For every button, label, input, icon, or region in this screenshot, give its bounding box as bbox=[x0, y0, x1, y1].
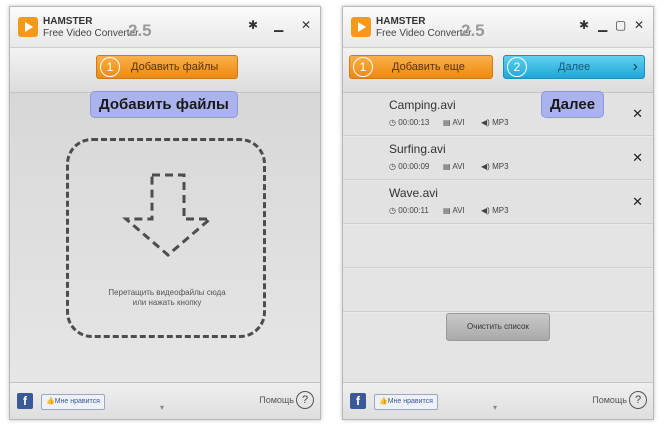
video-format-value: AVI bbox=[452, 162, 465, 171]
clock-icon: ◷ bbox=[389, 118, 396, 127]
thumbs-up-icon: 👍 bbox=[379, 398, 388, 405]
file-name: Surfing.avi bbox=[389, 142, 446, 156]
title-bar[interactable]: HAMSTER Free Video Converter 2.5 ✱ ▁ ▢ ✕ bbox=[343, 7, 653, 48]
video-format: ▤ AVI bbox=[443, 206, 465, 215]
title-bar[interactable]: HAMSTER Free Video Converter 2.5 ✱ ▁ ✕ bbox=[10, 7, 320, 48]
film-icon: ▤ bbox=[443, 206, 451, 215]
video-format: ▤ AVI bbox=[443, 118, 465, 127]
help-link[interactable]: Помощь bbox=[259, 395, 294, 405]
next-callout: Далее bbox=[541, 91, 605, 118]
app-version: 2.5 bbox=[128, 21, 152, 40]
file-name: Wave.avi bbox=[389, 186, 438, 200]
film-icon: ▤ bbox=[443, 118, 451, 127]
step-number: 1 bbox=[353, 57, 373, 77]
file-row[interactable]: Camping.avi ◷ 00:00:13 ▤ AVI ◀) MP3 ✕ bbox=[343, 93, 653, 136]
video-format: ▤ AVI bbox=[443, 162, 465, 171]
drop-hint: Перетащить видеофайлы сюда или нажать кн… bbox=[100, 288, 234, 308]
drop-hint-line2: или нажать кнопку bbox=[132, 298, 202, 307]
gear-icon[interactable]: ✱ bbox=[579, 18, 589, 32]
audio-format: ◀) MP3 bbox=[481, 162, 509, 171]
file-row[interactable]: Surfing.avi ◷ 00:00:09 ▤ AVI ◀) MP3 ✕ bbox=[343, 137, 653, 180]
app-logo-icon bbox=[18, 17, 38, 37]
app-logo-icon bbox=[351, 17, 371, 37]
add-files-button[interactable]: 1 Добавить файлы bbox=[96, 55, 238, 79]
remove-icon[interactable]: ✕ bbox=[632, 150, 643, 166]
download-arrow-icon bbox=[122, 173, 214, 257]
gear-icon[interactable]: ✱ bbox=[248, 18, 258, 32]
converter-window-add: HAMSTER Free Video Converter 2.5 ✱ ▁ ✕ 1… bbox=[9, 6, 321, 420]
footer: f 👍Мне нравится ▾ Помощь ? bbox=[10, 382, 320, 419]
clear-list-button[interactable]: Очистить список bbox=[446, 313, 550, 341]
step-number: 2 bbox=[507, 57, 527, 77]
facebook-icon[interactable]: f bbox=[350, 393, 366, 409]
app-subtitle: Free Video Converter bbox=[43, 28, 139, 39]
file-row[interactable]: Wave.avi ◷ 00:00:11 ▤ AVI ◀) MP3 ✕ bbox=[343, 181, 653, 224]
like-label: Мне нравится bbox=[54, 398, 100, 405]
clock-icon: ◷ bbox=[389, 206, 396, 215]
close-icon[interactable]: ✕ bbox=[301, 18, 311, 32]
remove-icon[interactable]: ✕ bbox=[632, 106, 643, 122]
add-more-button[interactable]: 1 Добавить еще bbox=[349, 55, 493, 79]
duration: ◷ 00:00:11 bbox=[389, 206, 429, 215]
duration: ◷ 00:00:09 bbox=[389, 162, 429, 171]
chevron-right-icon: › bbox=[632, 58, 638, 75]
help-link[interactable]: Помощь bbox=[592, 395, 627, 405]
duration-value: 00:00:09 bbox=[398, 162, 430, 171]
speaker-icon: ◀) bbox=[481, 118, 490, 127]
film-icon: ▤ bbox=[443, 162, 451, 171]
duration-value: 00:00:13 bbox=[398, 118, 430, 127]
audio-format: ◀) MP3 bbox=[481, 206, 509, 215]
duration: ◷ 00:00:13 bbox=[389, 118, 429, 127]
speaker-icon: ◀) bbox=[481, 206, 490, 215]
audio-format-value: MP3 bbox=[492, 162, 509, 171]
toolbar: 1 Добавить еще 2 Далее › bbox=[343, 48, 653, 93]
step-number: 1 bbox=[100, 57, 120, 77]
converter-window-files: HAMSTER Free Video Converter 2.5 ✱ ▁ ▢ ✕… bbox=[342, 6, 654, 420]
like-button[interactable]: 👍Мне нравится bbox=[374, 394, 438, 410]
video-format-value: AVI bbox=[452, 206, 465, 215]
add-files-callout: Добавить файлы bbox=[90, 91, 238, 118]
next-button[interactable]: 2 Далее › bbox=[503, 55, 645, 79]
like-button[interactable]: 👍Мне нравится bbox=[41, 394, 105, 410]
audio-format-value: MP3 bbox=[492, 206, 509, 215]
app-subtitle: Free Video Converter bbox=[376, 28, 472, 39]
like-label: Мне нравится bbox=[387, 398, 433, 405]
video-format-value: AVI bbox=[452, 118, 465, 127]
remove-icon[interactable]: ✕ bbox=[632, 194, 643, 210]
add-files-label: Добавить файлы bbox=[131, 61, 219, 73]
thumbs-up-icon: 👍 bbox=[46, 398, 55, 405]
audio-format: ◀) MP3 bbox=[481, 118, 509, 127]
app-brand: HAMSTER bbox=[43, 16, 93, 27]
empty-row bbox=[343, 269, 653, 312]
empty-row bbox=[343, 225, 653, 268]
speaker-icon: ◀) bbox=[481, 162, 490, 171]
clock-icon: ◷ bbox=[389, 162, 396, 171]
toolbar: 1 Добавить файлы bbox=[10, 48, 320, 93]
app-version: 2.5 bbox=[461, 21, 485, 40]
duration-value: 00:00:11 bbox=[398, 206, 429, 215]
footer: f 👍Мне нравится ▾ Помощь ? bbox=[343, 382, 653, 419]
minimize-icon[interactable]: ▁ bbox=[598, 18, 607, 32]
maximize-icon[interactable]: ▢ bbox=[615, 18, 626, 32]
add-more-label: Добавить еще bbox=[392, 61, 465, 73]
next-label: Далее bbox=[558, 61, 591, 73]
minimize-icon[interactable]: ▁ bbox=[274, 18, 283, 32]
facebook-icon[interactable]: f bbox=[17, 393, 33, 409]
chevron-down-icon[interactable]: ▾ bbox=[160, 403, 164, 412]
help-icon[interactable]: ? bbox=[629, 391, 647, 409]
close-icon[interactable]: ✕ bbox=[634, 18, 644, 32]
audio-format-value: MP3 bbox=[492, 118, 509, 127]
file-name: Camping.avi bbox=[389, 98, 456, 112]
chevron-down-icon[interactable]: ▾ bbox=[493, 403, 497, 412]
app-brand: HAMSTER bbox=[376, 16, 426, 27]
drop-hint-line1: Перетащить видеофайлы сюда bbox=[108, 288, 226, 297]
help-icon[interactable]: ? bbox=[296, 391, 314, 409]
